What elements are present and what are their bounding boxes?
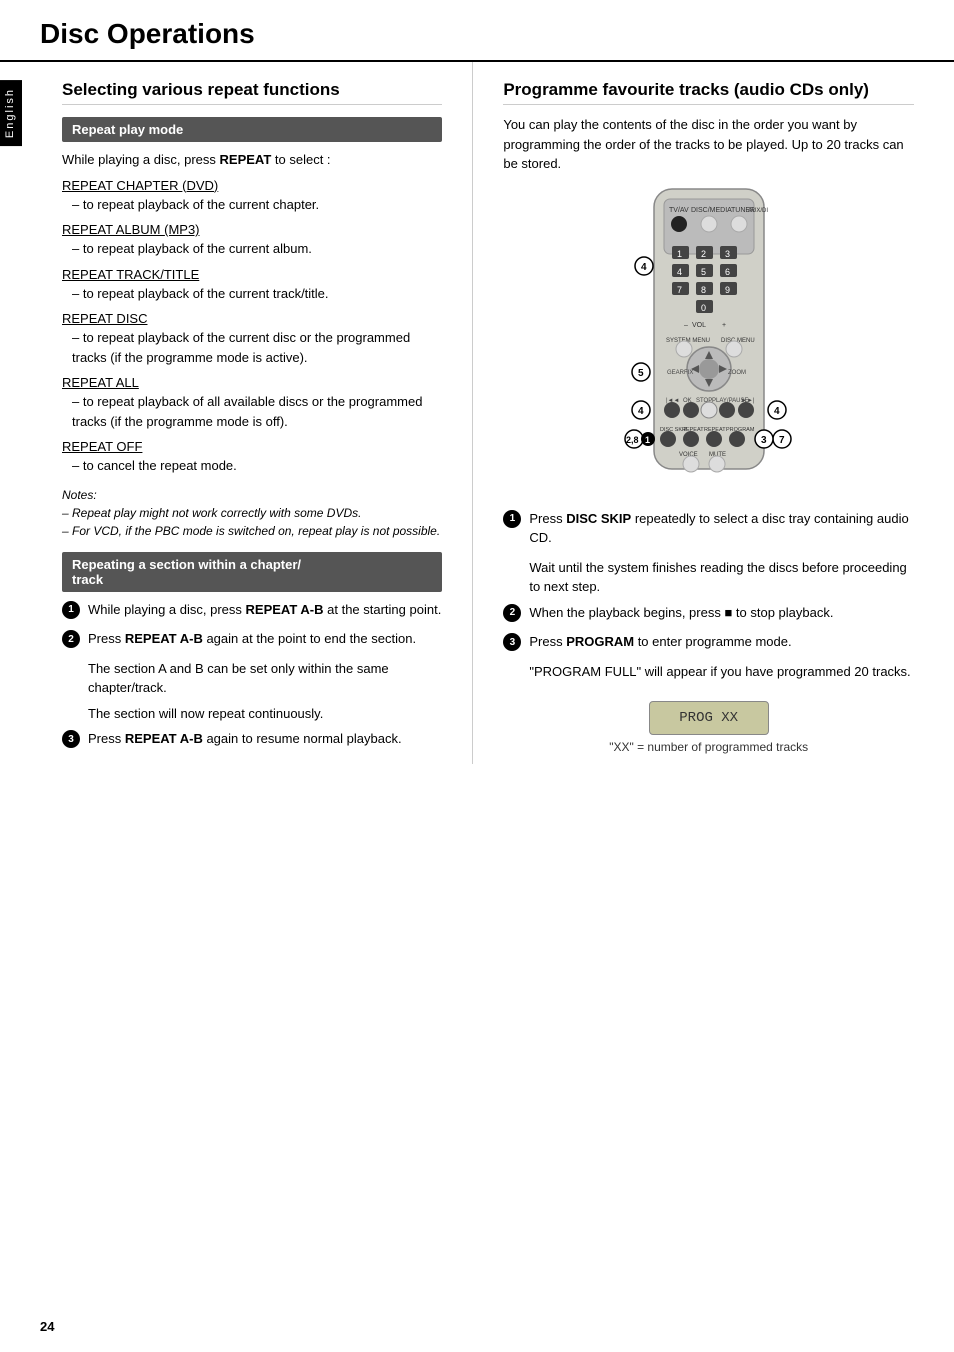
section2-box: Repeating a section within a chapter/tra…: [62, 552, 442, 592]
sidebar-language-label: English: [0, 80, 22, 146]
right-step2: 2 When the playback begins, press ■ to s…: [503, 603, 914, 623]
note-2: – For VCD, if the PBC mode is switched o…: [62, 522, 442, 540]
svg-text:ZOOM: ZOOM: [728, 370, 746, 376]
svg-text:4: 4: [677, 267, 682, 277]
repeat-intro-text: While playing a disc, press: [62, 152, 220, 167]
repeat-items-list: REPEAT CHAPTER (DVD) – to repeat playbac…: [62, 178, 442, 476]
right-steps: 1 Press DISC SKIP repeatedly to select a…: [503, 509, 914, 682]
svg-text:VOL: VOL: [692, 322, 706, 329]
repeat-disc-dash: – to repeat playback of the current disc…: [72, 328, 442, 367]
step3-text: Press REPEAT A-B again to resume normal …: [88, 729, 402, 749]
repeat-intro-bold: REPEAT: [220, 152, 272, 167]
svg-text:AUX/DI: AUX/DI: [748, 208, 768, 214]
svg-text:DISC/MEDIA: DISC/MEDIA: [691, 207, 732, 214]
right-step3: 3 Press PROGRAM to enter programme mode.: [503, 632, 914, 652]
repeat-disc-heading: REPEAT DISC: [62, 311, 442, 326]
svg-text:GEARFIX: GEARFIX: [667, 370, 693, 376]
repeat-chapter-dash: – to repeat playback of the current chap…: [72, 195, 442, 215]
svg-text:7: 7: [677, 285, 682, 295]
remote-illustration: TV/AV DISC/MEDIA TUNER AUX/DI 1 2 3 4 5: [503, 184, 914, 494]
svg-text:3: 3: [761, 435, 767, 446]
svg-text:0: 0: [701, 303, 706, 313]
repeat-play-mode-box: Repeat play mode: [62, 117, 442, 142]
right-step1-circle: 1: [503, 510, 521, 528]
right-intro: You can play the contents of the disc in…: [503, 115, 914, 174]
section2-step1: 1 While playing a disc, press REPEAT A-B…: [62, 600, 442, 620]
svg-text:2,8: 2,8: [626, 435, 639, 445]
right-section-title: Programme favourite tracks (audio CDs on…: [503, 80, 914, 105]
repeat-track-dash: – to repeat playback of the current trac…: [72, 284, 442, 304]
notes-label: Notes:: [62, 486, 442, 504]
svg-text:1: 1: [645, 435, 650, 445]
svg-text:7: 7: [779, 435, 785, 446]
repeat-album-dash: – to repeat playback of the current albu…: [72, 239, 442, 259]
repeat-intro-end: to select :: [271, 152, 330, 167]
step3-circle: 3: [62, 730, 80, 748]
right-step1: 1 Press DISC SKIP repeatedly to select a…: [503, 509, 914, 548]
right-step1-sub: Wait until the system finishes reading t…: [529, 558, 914, 597]
section2-step3: 3 Press REPEAT A-B again to resume norma…: [62, 729, 442, 749]
remote-svg: TV/AV DISC/MEDIA TUNER AUX/DI 1 2 3 4 5: [604, 184, 814, 494]
svg-text:8: 8: [701, 285, 706, 295]
repeat-all-heading: REPEAT ALL: [62, 375, 442, 390]
step2-sub2: The section will now repeat continuously…: [88, 704, 442, 724]
repeat-track-heading: REPEAT TRACK/TITLE: [62, 267, 442, 282]
right-step3-sub: "PROGRAM FULL" will appear if you have p…: [529, 662, 914, 682]
step1-circle: 1: [62, 601, 80, 619]
section2-steps: 1 While playing a disc, press REPEAT A-B…: [62, 600, 442, 749]
svg-text:TV/AV: TV/AV: [669, 207, 689, 214]
svg-text:6: 6: [725, 267, 730, 277]
repeat-off-heading: REPEAT OFF: [62, 439, 442, 454]
page-number: 24: [40, 1319, 54, 1334]
prog-display: PROG XX: [649, 701, 769, 735]
right-step2-circle: 2: [503, 604, 521, 622]
step2-text: Press REPEAT A-B again at the point to e…: [88, 629, 416, 649]
right-column: Programme favourite tracks (audio CDs on…: [473, 62, 914, 764]
repeat-off-dash: – to cancel the repeat mode.: [72, 456, 442, 476]
right-step2-text: When the playback begins, press ■ to sto…: [529, 603, 833, 623]
section2-step2: 2 Press REPEAT A-B again at the point to…: [62, 629, 442, 649]
repeat-album-heading: REPEAT ALBUM (MP3): [62, 222, 442, 237]
svg-text:5: 5: [701, 267, 706, 277]
notes-section: Notes: – Repeat play might not work corr…: [62, 486, 442, 540]
svg-text:2: 2: [701, 249, 706, 259]
svg-text:+: +: [722, 322, 726, 329]
svg-text:4: 4: [774, 406, 780, 417]
svg-text:4: 4: [641, 262, 647, 273]
prog-caption: "XX" = number of programmed tracks: [503, 740, 914, 754]
svg-text:4: 4: [638, 406, 644, 417]
svg-text:3: 3: [725, 249, 730, 259]
left-section-title: Selecting various repeat functions: [62, 80, 442, 105]
right-step3-text: Press PROGRAM to enter programme mode.: [529, 632, 791, 652]
page-title: Disc Operations: [0, 0, 954, 62]
step2-sub1: The section A and B can be set only with…: [88, 659, 442, 698]
step1-text: While playing a disc, press REPEAT A-B a…: [88, 600, 441, 620]
repeat-intro: While playing a disc, press REPEAT to se…: [62, 150, 442, 170]
svg-text:9: 9: [725, 285, 730, 295]
repeat-chapter-heading: REPEAT CHAPTER (DVD): [62, 178, 442, 193]
repeat-all-dash: – to repeat playback of all available di…: [72, 392, 442, 431]
left-column: Selecting various repeat functions Repea…: [62, 62, 473, 764]
right-step1-text: Press DISC SKIP repeatedly to select a d…: [529, 509, 914, 548]
right-step3-circle: 3: [503, 633, 521, 651]
note-1: – Repeat play might not work correctly w…: [62, 504, 442, 522]
svg-text:1: 1: [677, 249, 682, 259]
svg-text:–: –: [684, 322, 688, 329]
step2-circle: 2: [62, 630, 80, 648]
svg-text:5: 5: [638, 368, 644, 379]
